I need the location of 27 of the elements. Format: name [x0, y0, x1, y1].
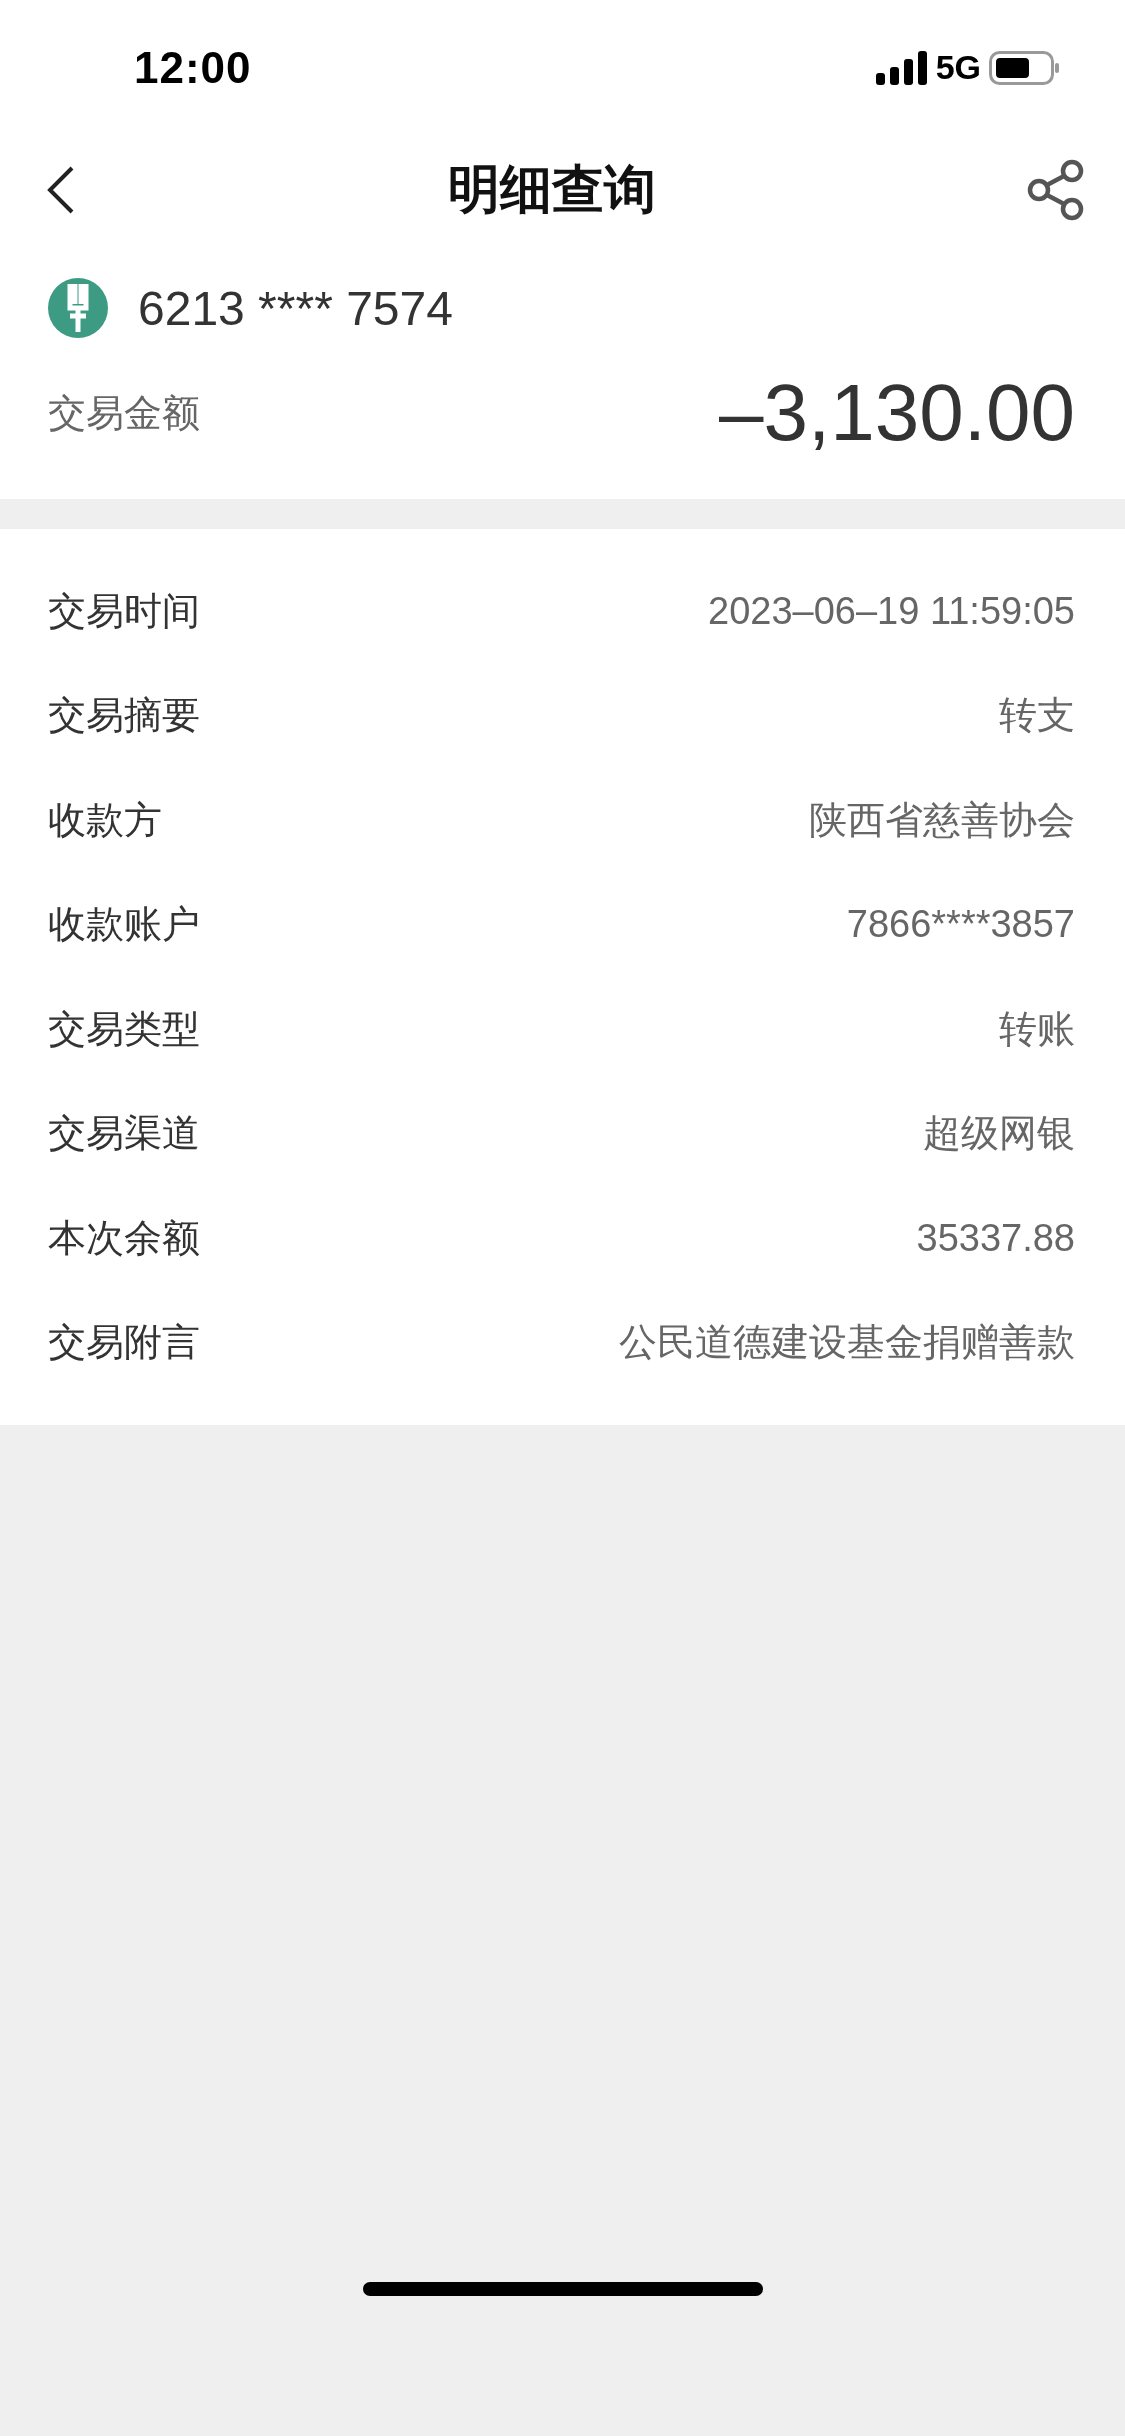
bank-logo-icon — [48, 278, 108, 338]
detail-label: 交易附言 — [48, 1320, 200, 1366]
card-number: 6213 **** 7574 — [138, 280, 453, 336]
detail-value: 35337.88 — [916, 1216, 1075, 1260]
signal-icon — [875, 50, 928, 85]
detail-value: 2023–06–19 11:59:05 — [708, 589, 1075, 633]
detail-label: 交易摘要 — [48, 693, 200, 739]
share-button[interactable] — [1027, 159, 1085, 221]
detail-value: 公民道德建设基金捐赠善款 — [619, 1320, 1075, 1366]
detail-value: 转账 — [999, 1006, 1075, 1052]
detail-label: 收款账户 — [48, 902, 200, 948]
detail-label: 交易时间 — [48, 588, 200, 634]
network-label: 5G — [935, 48, 981, 87]
back-button[interactable] — [46, 165, 76, 215]
detail-label: 交易类型 — [48, 1006, 200, 1052]
amount-label: 交易金额 — [48, 390, 200, 436]
page-title: 明细查询 — [447, 159, 656, 220]
status-time: 12:00 — [134, 42, 252, 93]
detail-label: 收款方 — [48, 797, 162, 843]
detail-value: 转支 — [999, 693, 1075, 739]
detail-value: 超级网银 — [923, 1111, 1075, 1157]
transaction-amount: –3,130.00 — [719, 367, 1075, 459]
detail-value: 陕西省慈善协会 — [809, 797, 1075, 843]
detail-label: 本次余额 — [48, 1215, 200, 1261]
detail-value: 7866****3857 — [846, 903, 1075, 947]
battery-icon — [989, 50, 1059, 85]
detail-label: 交易渠道 — [48, 1111, 200, 1157]
